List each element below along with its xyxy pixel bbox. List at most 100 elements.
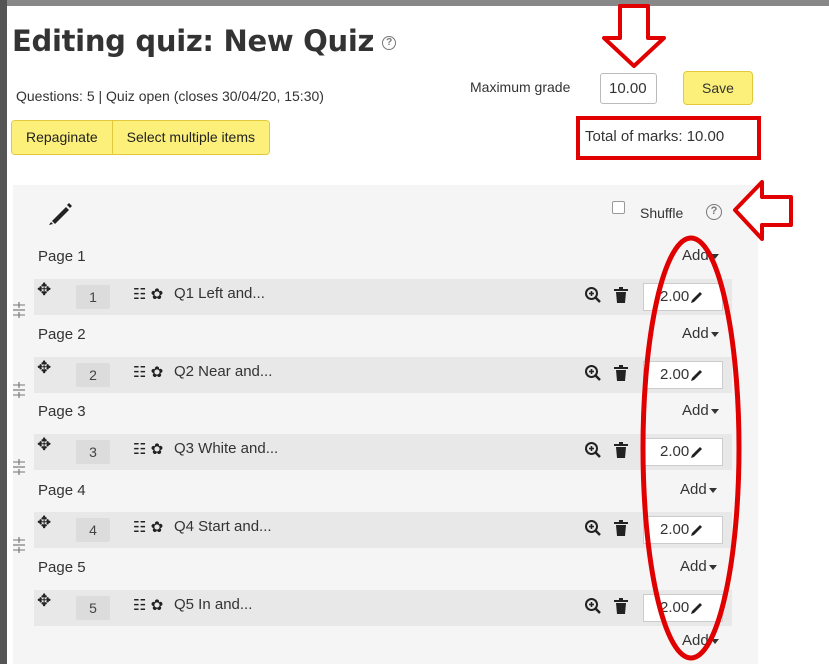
page-label: Page 5 [38, 559, 86, 576]
annotation-arrow-down [602, 4, 666, 68]
repaginate-icon[interactable] [13, 459, 25, 475]
window-left-border [0, 0, 7, 664]
question-type-icon: ☷ ✿ [133, 364, 164, 381]
add-label: Add [682, 402, 709, 419]
total-marks: Total of marks: 10.00 [585, 128, 725, 145]
max-mark-field[interactable]: 2.00 [643, 283, 723, 311]
gear-icon: ✿ [150, 286, 164, 303]
select-multiple-button[interactable]: Select multiple items [111, 121, 270, 154]
gear-icon: ✿ [150, 364, 164, 381]
page-label: Page 2 [38, 326, 86, 343]
question-name[interactable]: Q2 Near and... [174, 363, 272, 380]
question-number: 2 [76, 363, 110, 387]
shuffle-checkbox[interactable] [612, 201, 625, 214]
question-number: 3 [76, 440, 110, 464]
delete-icon[interactable] [614, 598, 628, 614]
add-label: Add [680, 558, 707, 575]
repaginate-icon[interactable] [13, 302, 25, 318]
add-label: Add [682, 632, 709, 649]
max-mark-field[interactable]: 2.00 [643, 361, 723, 389]
caret-down-icon [710, 253, 719, 259]
preview-icon[interactable] [584, 519, 602, 537]
caret-down-icon [710, 408, 719, 414]
gear-icon: ✿ [150, 441, 164, 458]
max-mark-value: 2.00 [660, 599, 690, 616]
gear-icon: ✿ [150, 597, 164, 614]
max-mark-field[interactable]: 2.00 [643, 594, 723, 622]
question-type-icon: ☷ ✿ [133, 441, 164, 458]
question-row: ✥ 3 ☷ ✿ Q3 White and... 2.00 [34, 434, 732, 470]
move-icon[interactable]: ✥ [37, 436, 51, 453]
move-icon[interactable]: ✥ [37, 359, 51, 376]
question-name[interactable]: Q1 Left and... [174, 285, 265, 302]
preview-icon[interactable] [584, 364, 602, 382]
repaginate-icon[interactable] [13, 382, 25, 398]
max-grade-label: Maximum grade [470, 79, 571, 95]
window-top-border [0, 0, 829, 6]
quiz-info: Questions: 5 | Quiz open (closes 30/04/2… [16, 88, 324, 104]
add-label: Add [682, 325, 709, 342]
repaginate-icon[interactable] [13, 537, 25, 553]
add-dropdown[interactable]: Add [680, 558, 717, 575]
preview-icon[interactable] [584, 597, 602, 615]
add-dropdown[interactable]: Add [682, 402, 719, 419]
caret-down-icon [708, 487, 717, 493]
question-number: 4 [76, 518, 110, 542]
question-number: 1 [76, 285, 110, 309]
max-mark-value: 2.00 [660, 366, 690, 383]
question-type-icon: ☷ ✿ [133, 519, 164, 536]
pencil-icon[interactable] [43, 200, 73, 226]
max-mark-value: 2.00 [660, 521, 690, 538]
move-icon[interactable]: ✥ [37, 281, 51, 298]
caret-down-icon [710, 331, 719, 337]
question-name[interactable]: Q4 Start and... [174, 518, 272, 535]
edit-mark-icon[interactable] [690, 601, 704, 615]
max-mark-value: 2.00 [660, 288, 690, 305]
caret-down-icon [708, 564, 717, 570]
page-title-text: Editing quiz: New Quiz [12, 24, 375, 58]
save-button[interactable]: Save [683, 71, 753, 105]
page-label: Page 4 [38, 482, 86, 499]
help-icon[interactable]: ? [382, 36, 397, 50]
add-dropdown[interactable]: Add [680, 481, 717, 498]
preview-icon[interactable] [584, 441, 602, 459]
edit-mark-icon[interactable] [690, 445, 704, 459]
add-dropdown[interactable]: Add [682, 632, 719, 649]
page-label: Page 1 [38, 248, 86, 265]
add-dropdown[interactable]: Add [682, 247, 719, 264]
caret-down-icon [710, 638, 719, 644]
edit-mark-icon[interactable] [690, 290, 704, 304]
max-mark-field[interactable]: 2.00 [643, 438, 723, 466]
delete-icon[interactable] [614, 520, 628, 536]
add-label: Add [680, 481, 707, 498]
move-icon[interactable]: ✥ [37, 514, 51, 531]
delete-icon[interactable] [614, 287, 628, 303]
delete-icon[interactable] [614, 442, 628, 458]
max-mark-field[interactable]: 2.00 [643, 516, 723, 544]
edit-mark-icon[interactable] [690, 523, 704, 537]
question-name[interactable]: Q3 White and... [174, 440, 278, 457]
move-icon[interactable]: ✥ [37, 592, 51, 609]
preview-icon[interactable] [584, 286, 602, 304]
add-dropdown[interactable]: Add [682, 325, 719, 342]
shuffle-label: Shuffle [640, 205, 684, 221]
max-grade-input[interactable]: 10.00 [600, 73, 657, 104]
question-name[interactable]: Q5 In and... [174, 596, 252, 613]
delete-icon[interactable] [614, 365, 628, 381]
question-number: 5 [76, 596, 110, 620]
shuffle-help-icon[interactable]: ? [706, 204, 722, 220]
question-row: ✥ 2 ☷ ✿ Q2 Near and... 2.00 [34, 357, 732, 393]
edit-mark-icon[interactable] [690, 368, 704, 382]
question-row: ✥ 5 ☷ ✿ Q5 In and... 2.00 [34, 590, 732, 626]
question-type-icon: ☷ ✿ [133, 597, 164, 614]
max-mark-value: 2.00 [660, 443, 690, 460]
question-row: ✥ 1 ☷ ✿ Q1 Left and... 2.00 [34, 279, 732, 315]
question-type-icon: ☷ ✿ [133, 286, 164, 303]
page-title: Editing quiz: New Quiz? [12, 24, 397, 58]
repaginate-button[interactable]: Repaginate [12, 121, 112, 154]
gear-icon: ✿ [150, 519, 164, 536]
page-label: Page 3 [38, 403, 86, 420]
toolbar-button-group: Repaginate Select multiple items [11, 120, 271, 155]
add-label: Add [682, 247, 709, 264]
question-row: ✥ 4 ☷ ✿ Q4 Start and... 2.00 [34, 512, 732, 548]
